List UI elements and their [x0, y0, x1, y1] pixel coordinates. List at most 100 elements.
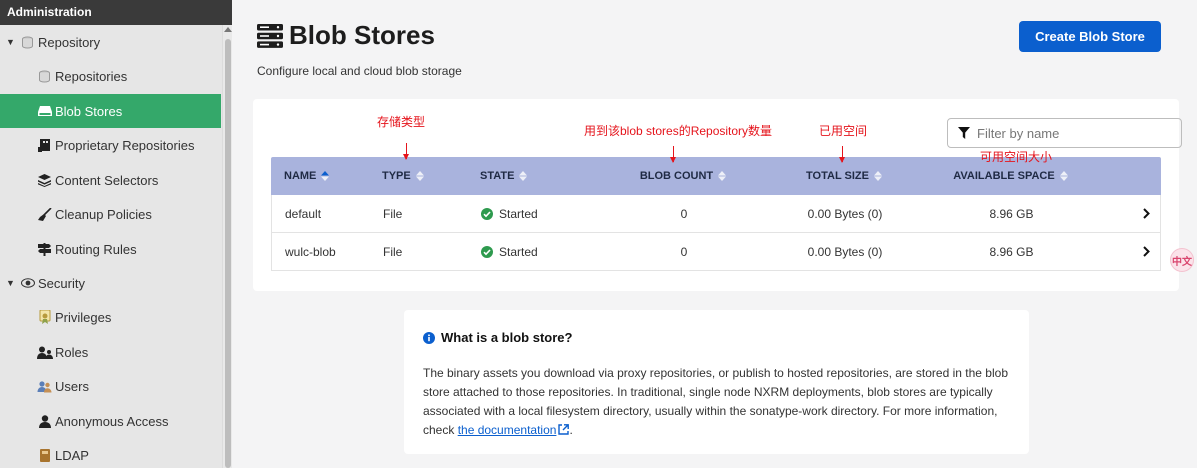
broom-icon [35, 207, 54, 221]
sidebar-item-label: Content Selectors [55, 172, 159, 188]
cell-type: File [383, 244, 403, 259]
sort-ascending-icon[interactable] [321, 171, 330, 181]
hard-drive-icon [35, 105, 54, 117]
signpost-icon [35, 242, 54, 256]
column-header-blob-count[interactable]: BLOB COUNT [598, 157, 768, 195]
annotation-arrow [839, 146, 845, 163]
cell-type: File [383, 206, 403, 221]
eye-icon [18, 278, 37, 288]
info-title: What is a blob store? [423, 330, 1010, 345]
table-row[interactable]: wulc-blob File Started 0 0.00 Bytes (0) … [271, 233, 1161, 271]
sidebar-item-label: Blob Stores [55, 103, 123, 119]
sidebar: Administration ▼ Repository Repositories… [0, 0, 232, 468]
server-stack-icon [257, 23, 283, 48]
sidebar-item-label: Repository [38, 34, 101, 50]
annotation-blob-count: 用到该blob stores的Repository数量 [584, 124, 773, 138]
sidebar-item-roles[interactable]: Roles [0, 335, 221, 369]
database-icon [18, 36, 37, 49]
sidebar-item-label: Repositories [55, 68, 128, 84]
sidebar-item-label: Cleanup Policies [55, 206, 152, 222]
sidebar-item-proprietary-repositories[interactable]: Proprietary Repositories [0, 128, 221, 162]
row-open-chevron-icon[interactable] [1102, 233, 1160, 270]
sidebar-scrollbar[interactable] [222, 25, 232, 468]
users-icon [35, 346, 54, 359]
scroll-up-arrow-icon[interactable] [224, 27, 232, 32]
cell-state: Started [481, 233, 599, 270]
annotation-arrow [403, 143, 409, 160]
sidebar-group-security[interactable]: ▼ Security [0, 266, 221, 300]
caret-down-icon[interactable]: ▼ [6, 37, 18, 47]
sidebar-item-ldap[interactable]: LDAP [0, 438, 221, 468]
filter-field[interactable] [947, 118, 1182, 148]
column-header-state[interactable]: STATE [480, 157, 598, 195]
table-row[interactable]: default File Started 0 0.00 Bytes (0) 8.… [271, 195, 1161, 233]
row-open-chevron-icon[interactable] [1102, 195, 1160, 232]
cell-name: default [285, 206, 322, 221]
check-circle-icon [481, 207, 493, 220]
sidebar-item-cleanup-policies[interactable]: Cleanup Policies [0, 197, 221, 231]
book-icon [35, 448, 54, 462]
state-label: Started [499, 206, 538, 221]
sidebar-item-label: Anonymous Access [55, 413, 169, 429]
sort-icon[interactable] [415, 171, 424, 181]
sort-icon[interactable] [718, 171, 727, 181]
column-label: BLOB COUNT [639, 170, 714, 182]
sort-icon[interactable] [873, 171, 882, 181]
certificate-icon [35, 310, 54, 324]
sort-icon[interactable] [1059, 171, 1068, 181]
cell-total-size: 0.00 Bytes (0) [807, 206, 883, 221]
blob-stores-card: NAME TYPE STATE BLOB COUNT TOTAL SIZE [253, 99, 1182, 291]
main-content: Blob Stores Configure local and cloud bl… [233, 0, 1197, 468]
cell-total-size: 0.00 Bytes (0) [807, 244, 883, 259]
cell-blob-count: 0 [680, 244, 688, 259]
sidebar-item-users[interactable]: Users [0, 369, 221, 403]
sort-icon[interactable] [519, 171, 528, 181]
sidebar-item-label: LDAP [55, 447, 89, 463]
annotation-total-size: 已用空间 [819, 124, 868, 138]
sidebar-item-content-selectors[interactable]: Content Selectors [0, 163, 221, 197]
sidebar-item-label: Proprietary Repositories [55, 137, 195, 153]
cell-name: wulc-blob [285, 244, 336, 259]
column-label: STATE [480, 170, 515, 182]
column-label: TYPE [382, 170, 411, 182]
sidebar-group-repository[interactable]: ▼ Repository [0, 25, 221, 59]
column-header-name[interactable]: NAME [271, 157, 382, 195]
database-icon [35, 70, 54, 83]
sidebar-item-routing-rules[interactable]: Routing Rules [0, 232, 221, 266]
info-circle-icon [423, 331, 435, 344]
user-icon [35, 414, 54, 428]
layers-icon [35, 173, 54, 187]
info-body-tail: . [569, 423, 573, 437]
column-label: NAME [284, 170, 317, 182]
building-icon [35, 138, 54, 152]
check-circle-icon [481, 245, 493, 258]
info-panel: What is a blob store? The binary assets … [404, 310, 1029, 454]
sidebar-item-label: Roles [55, 344, 89, 360]
sidebar-item-blob-stores[interactable]: Blob Stores [0, 94, 221, 128]
column-label: AVAILABLE SPACE [953, 170, 1055, 182]
documentation-link[interactable]: the documentation [458, 423, 557, 437]
annotation-arrow [670, 146, 676, 163]
annotation-type: 存储类型 [377, 115, 426, 129]
create-blob-store-button[interactable]: Create Blob Store [1019, 21, 1161, 52]
sidebar-item-label: Privileges [55, 309, 112, 325]
cell-blob-count: 0 [680, 206, 688, 221]
sidebar-item-repositories[interactable]: Repositories [0, 59, 221, 93]
sidebar-item-label: Security [38, 275, 85, 291]
translate-badge[interactable]: 中文 [1170, 248, 1194, 272]
external-link-icon[interactable] [556, 423, 570, 437]
column-header-actions [1101, 157, 1159, 195]
scrollbar-thumb[interactable] [225, 39, 231, 468]
sidebar-item-anonymous-access[interactable]: Anonymous Access [0, 404, 221, 438]
filter-input[interactable] [977, 125, 1167, 141]
sidebar-header: Administration [0, 0, 232, 25]
annotation-available-space: 可用空间大小 [980, 150, 1053, 164]
info-body: The binary assets you download via proxy… [423, 364, 1010, 440]
state-label: Started [499, 244, 538, 259]
column-header-type[interactable]: TYPE [382, 157, 480, 195]
sidebar-item-privileges[interactable]: Privileges [0, 300, 221, 334]
cell-state: Started [481, 195, 599, 232]
page-title: Blob Stores [257, 20, 435, 51]
column-label: TOTAL SIZE [806, 170, 869, 182]
caret-down-icon[interactable]: ▼ [6, 278, 18, 288]
